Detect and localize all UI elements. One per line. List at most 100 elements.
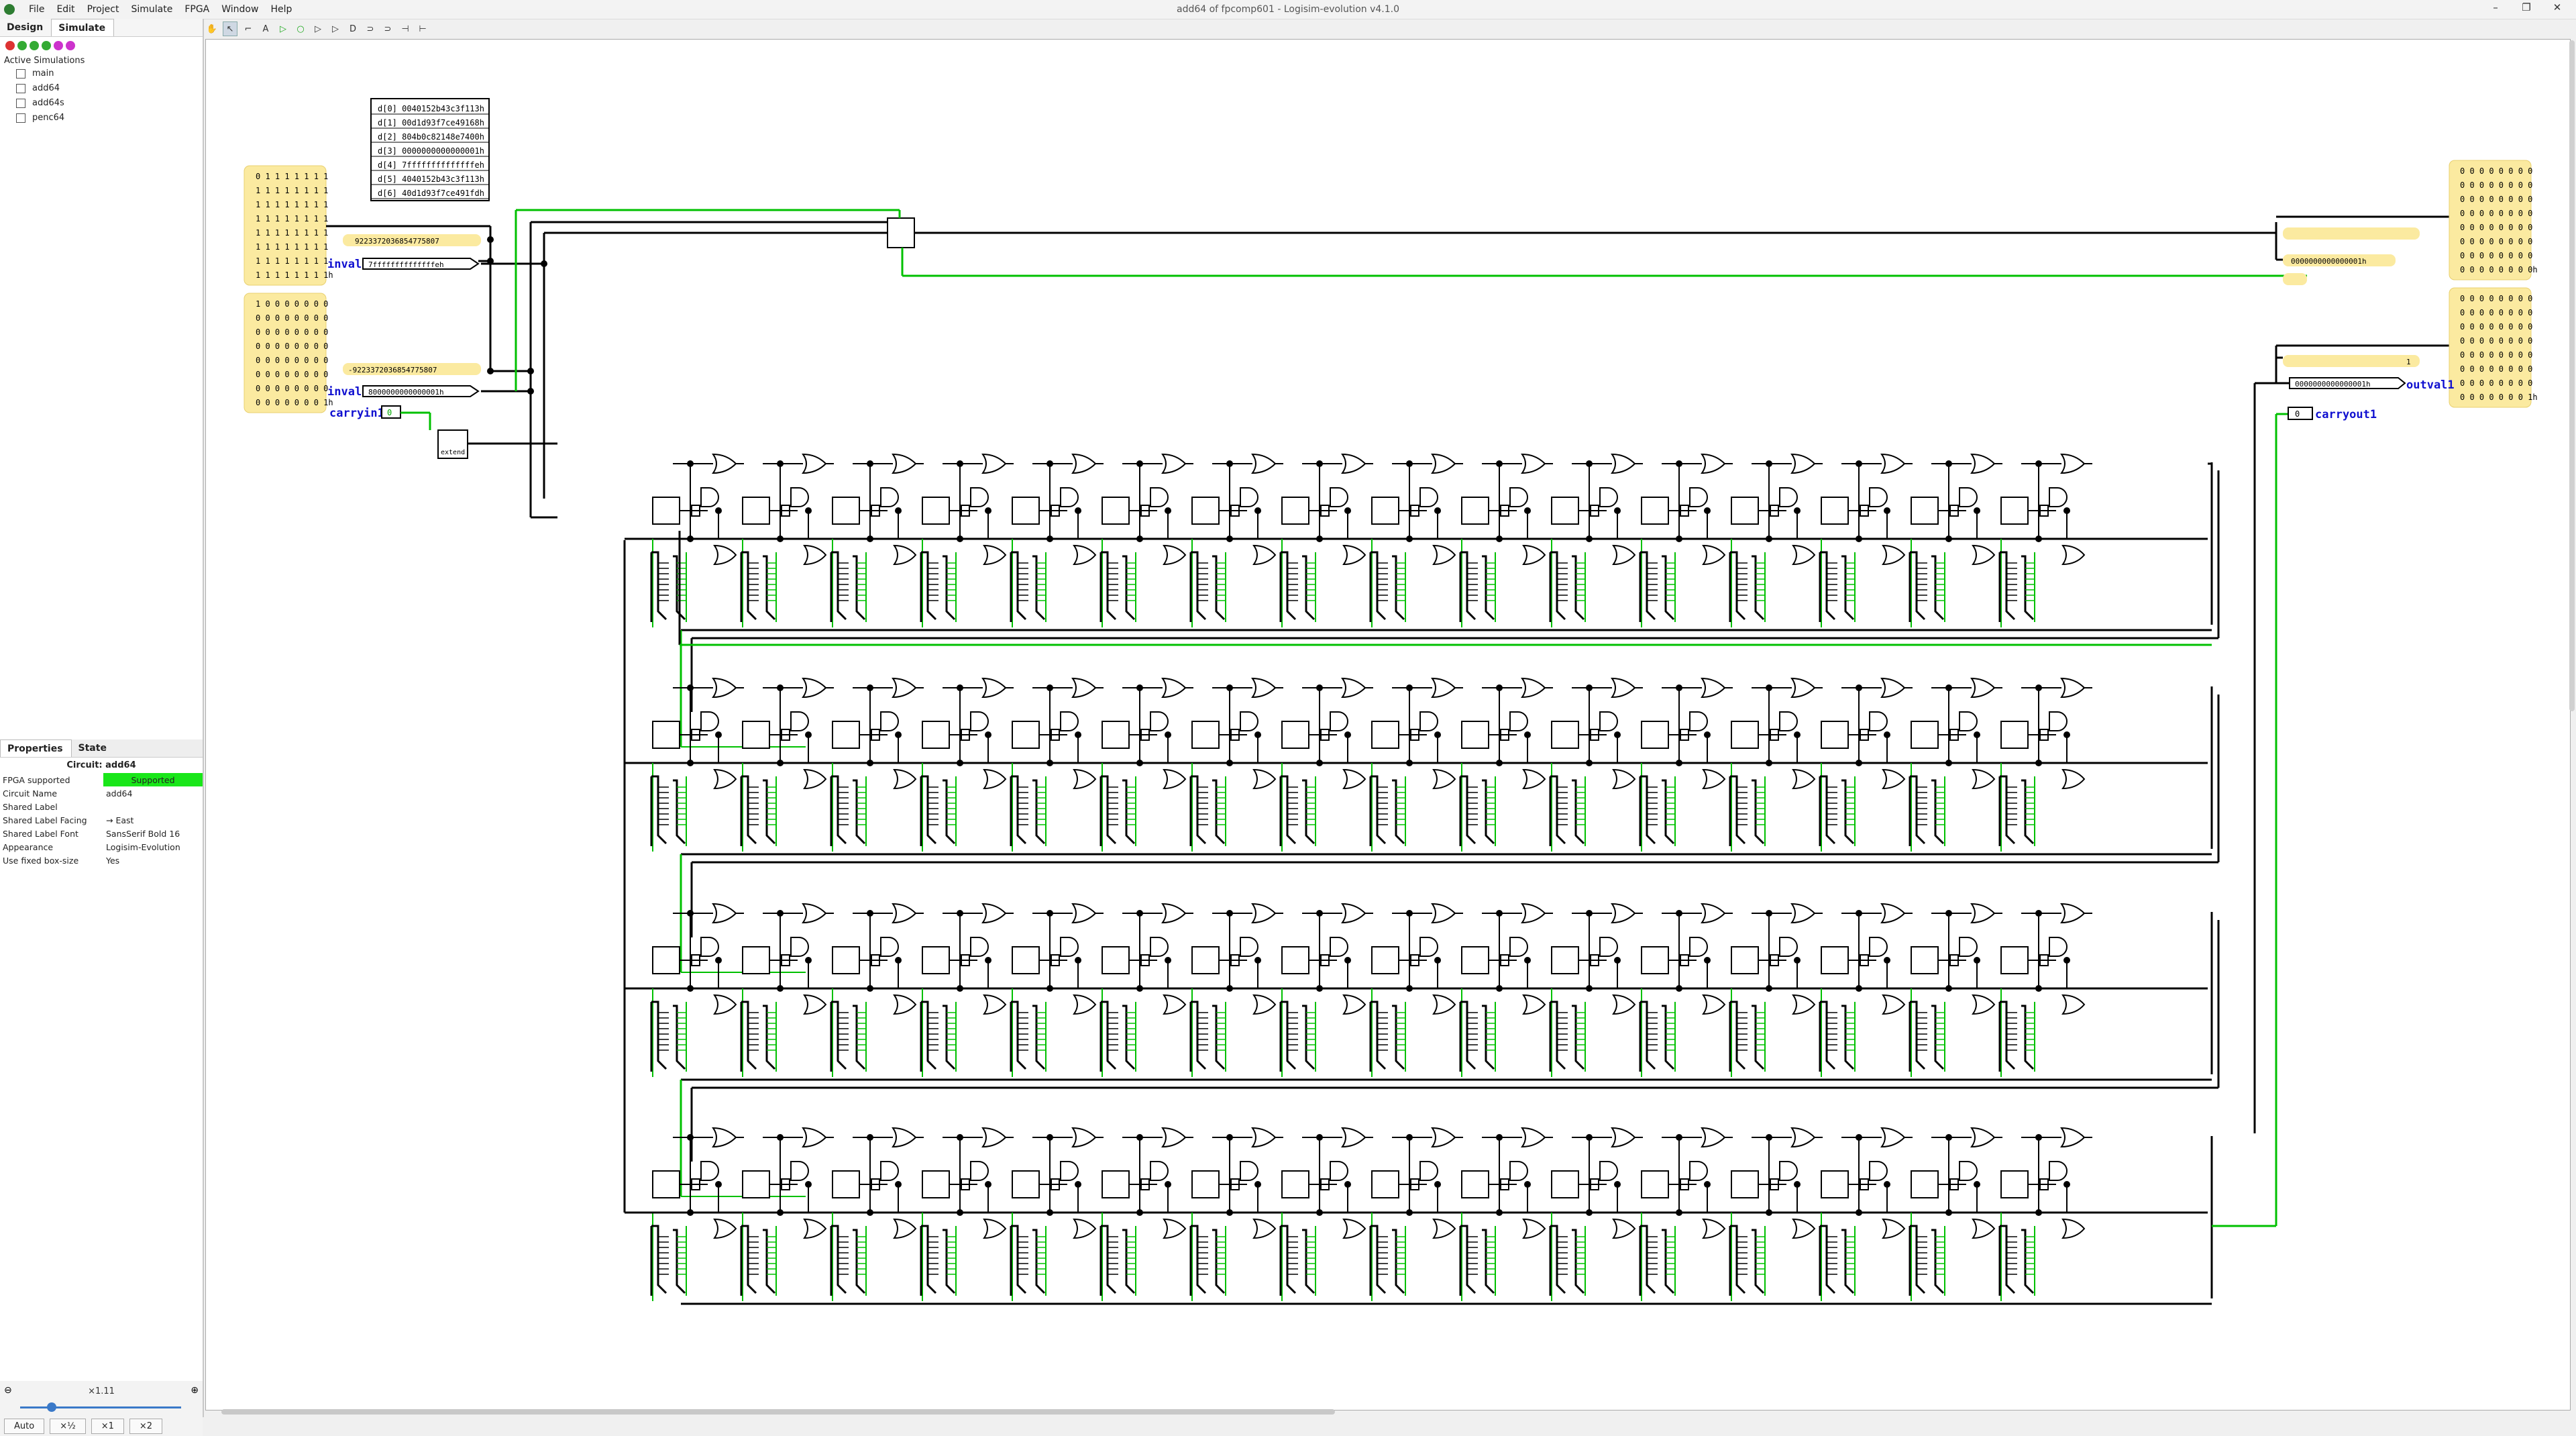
menu-project[interactable]: Project — [81, 3, 125, 16]
probe-bit-row: 0 0 0 0 0 0 0 0 — [2460, 294, 2532, 303]
input-pin-icon[interactable]: ▷ — [276, 22, 290, 36]
junction-dot — [1046, 535, 1053, 542]
carryout-pin[interactable] — [2288, 407, 2313, 420]
buffer-icon[interactable]: ▷ — [329, 22, 342, 36]
junction-dot — [805, 957, 812, 964]
tab-properties[interactable]: Properties — [0, 739, 72, 757]
bit-slice — [1099, 677, 1193, 852]
and-gate-icon[interactable]: D — [346, 22, 360, 36]
menu-help[interactable]: Help — [264, 3, 298, 16]
menu-simulate[interactable]: Simulate — [125, 3, 178, 16]
or-gate — [803, 768, 827, 790]
prop-value[interactable]: Yes — [103, 854, 203, 867]
not-gate-icon[interactable]: ▷ — [311, 22, 325, 36]
and-gate — [880, 711, 899, 731]
sim-item-penc64[interactable]: penc64 — [0, 111, 203, 126]
mux-box — [2000, 946, 2029, 974]
or-gate — [1522, 544, 1546, 566]
sim-item-add64s[interactable]: add64s — [0, 97, 203, 111]
and-gate — [700, 937, 719, 957]
prop-value[interactable]: → East — [103, 813, 203, 827]
menu-file[interactable]: File — [23, 3, 50, 16]
zoom-half-button[interactable]: ×½ — [50, 1419, 86, 1434]
or-gate — [712, 903, 737, 924]
bit-slice — [1099, 1127, 1193, 1301]
tab-simulate[interactable]: Simulate — [51, 19, 115, 36]
step-sim-icon[interactable] — [30, 41, 39, 50]
output-pin-icon[interactable]: ○ — [294, 22, 307, 36]
or-gate — [802, 1127, 827, 1148]
or-gate-icon[interactable]: ⊃ — [364, 22, 377, 36]
prop-key: Shared Label — [3, 801, 58, 812]
menu-edit[interactable]: Edit — [50, 3, 80, 16]
junction-dot — [1945, 1134, 1952, 1141]
menu-window[interactable]: Window — [215, 3, 264, 16]
splitter — [943, 555, 956, 621]
probe-bit-row: 0 0 0 0 0 0 0 0 — [2460, 364, 2532, 374]
ticks-enabled-icon[interactable] — [54, 41, 63, 50]
sim-item-add64[interactable]: add64 — [0, 82, 203, 97]
zoom-2x-button[interactable]: ×2 — [129, 1419, 163, 1434]
tab-design[interactable]: Design — [0, 19, 51, 36]
junction-dot — [1945, 910, 1952, 917]
zoom-slider-handle[interactable] — [47, 1402, 56, 1412]
zoom-in-icon[interactable]: ⊕ — [191, 1385, 199, 1396]
xor-gate-icon[interactable]: ⊃ — [381, 22, 394, 36]
and-gate — [1509, 487, 1528, 507]
or-gate — [1252, 994, 1277, 1015]
vertical-scrollbar[interactable] — [2569, 40, 2575, 711]
bit-slice — [920, 453, 1014, 627]
tab-state[interactable]: State — [72, 739, 115, 757]
menu-fpga[interactable]: FPGA — [178, 3, 215, 16]
or-gate — [1792, 994, 1816, 1015]
mux-box — [652, 1170, 680, 1198]
mux-box — [1281, 721, 1309, 749]
prop-key: FPGA supported — [3, 774, 70, 785]
minimize-button[interactable]: – — [2482, 1, 2509, 13]
junction-dot — [1766, 1134, 1772, 1141]
text-icon[interactable]: A — [259, 22, 272, 36]
wiring-icon[interactable]: ⌐ — [241, 22, 255, 36]
zoom-slider[interactable] — [20, 1406, 181, 1408]
prop-value[interactable] — [103, 800, 203, 813]
bit-slice — [830, 1127, 924, 1301]
bit-slice — [1998, 453, 2092, 627]
zoom-auto-button[interactable]: Auto — [4, 1419, 45, 1434]
prop-value[interactable]: add64 — [103, 786, 203, 800]
run-sim-icon[interactable] — [17, 41, 27, 50]
junction-dot — [1945, 1209, 1952, 1216]
or-gate — [2061, 1218, 2086, 1239]
and-gate — [2049, 487, 2068, 507]
and-gate — [1689, 487, 1708, 507]
splitter — [1122, 555, 1136, 621]
prop-value[interactable]: Supported — [103, 773, 203, 786]
junction-dot — [2063, 957, 2070, 964]
or-gate — [983, 544, 1007, 566]
prop-value[interactable]: SansSerif Bold 16 — [103, 827, 203, 840]
prop-value[interactable]: Logisim-Evolution — [103, 840, 203, 854]
circuit-canvas[interactable]: d[0] 0040152b43c3f113h d[1] 00d1d93f7ce49… — [205, 39, 2571, 1411]
sim-step-icon[interactable]: ⊣ — [398, 22, 412, 36]
and-gate — [1959, 487, 1978, 507]
junction-dot — [1136, 760, 1143, 766]
and-gate — [790, 711, 809, 731]
stop-sim-icon[interactable] — [5, 41, 15, 50]
close-button[interactable]: ✕ — [2544, 1, 2571, 13]
junction-dot — [1676, 760, 1682, 766]
tick-sim-icon[interactable] — [42, 41, 51, 50]
maximize-button[interactable]: ❐ — [2513, 1, 2540, 13]
horizontal-scrollbar[interactable] — [221, 1409, 1335, 1415]
pointer-icon[interactable]: ↖ — [223, 21, 237, 36]
junction-dot — [1586, 460, 1593, 467]
sim-tick-icon[interactable]: ⊢ — [416, 22, 429, 36]
multiplexer[interactable] — [887, 217, 915, 248]
junction-dot — [715, 1181, 722, 1188]
rom-entry: d[6] 40d1d93f7ce491fdh — [378, 189, 484, 198]
and-gate — [1330, 487, 1348, 507]
mux-box — [1371, 497, 1399, 525]
sim-item-main[interactable]: main — [0, 67, 203, 82]
tick-freq-icon[interactable] — [66, 41, 75, 50]
junction-dot — [985, 1181, 991, 1188]
hand-icon[interactable]: ✋ — [205, 22, 219, 36]
zoom-1x-button[interactable]: ×1 — [91, 1419, 124, 1434]
